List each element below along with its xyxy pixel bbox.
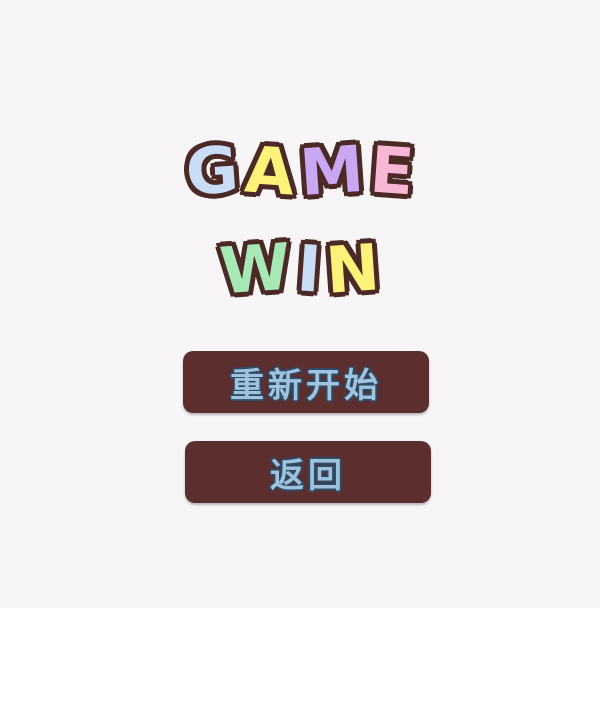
- game-win-screen: G A M E W I N 重新开始 返回: [0, 0, 600, 608]
- title-game-row: G A M E: [0, 130, 600, 214]
- back-button[interactable]: 返回: [185, 441, 431, 503]
- title-letter-i: I: [291, 229, 326, 310]
- title-letter-w: W: [215, 228, 297, 313]
- back-button-label: 返回: [270, 455, 346, 496]
- title-letter-e: E: [364, 131, 419, 214]
- title-letter-a: A: [239, 130, 300, 213]
- bottom-blank-area: [0, 608, 600, 720]
- title-letter-n: N: [321, 228, 386, 312]
- title-letter-m: M: [295, 130, 370, 214]
- restart-button[interactable]: 重新开始: [183, 351, 429, 413]
- title-win-row: W I N: [0, 228, 600, 313]
- restart-button-label: 重新开始: [230, 365, 382, 406]
- title-letter-g: G: [181, 130, 245, 213]
